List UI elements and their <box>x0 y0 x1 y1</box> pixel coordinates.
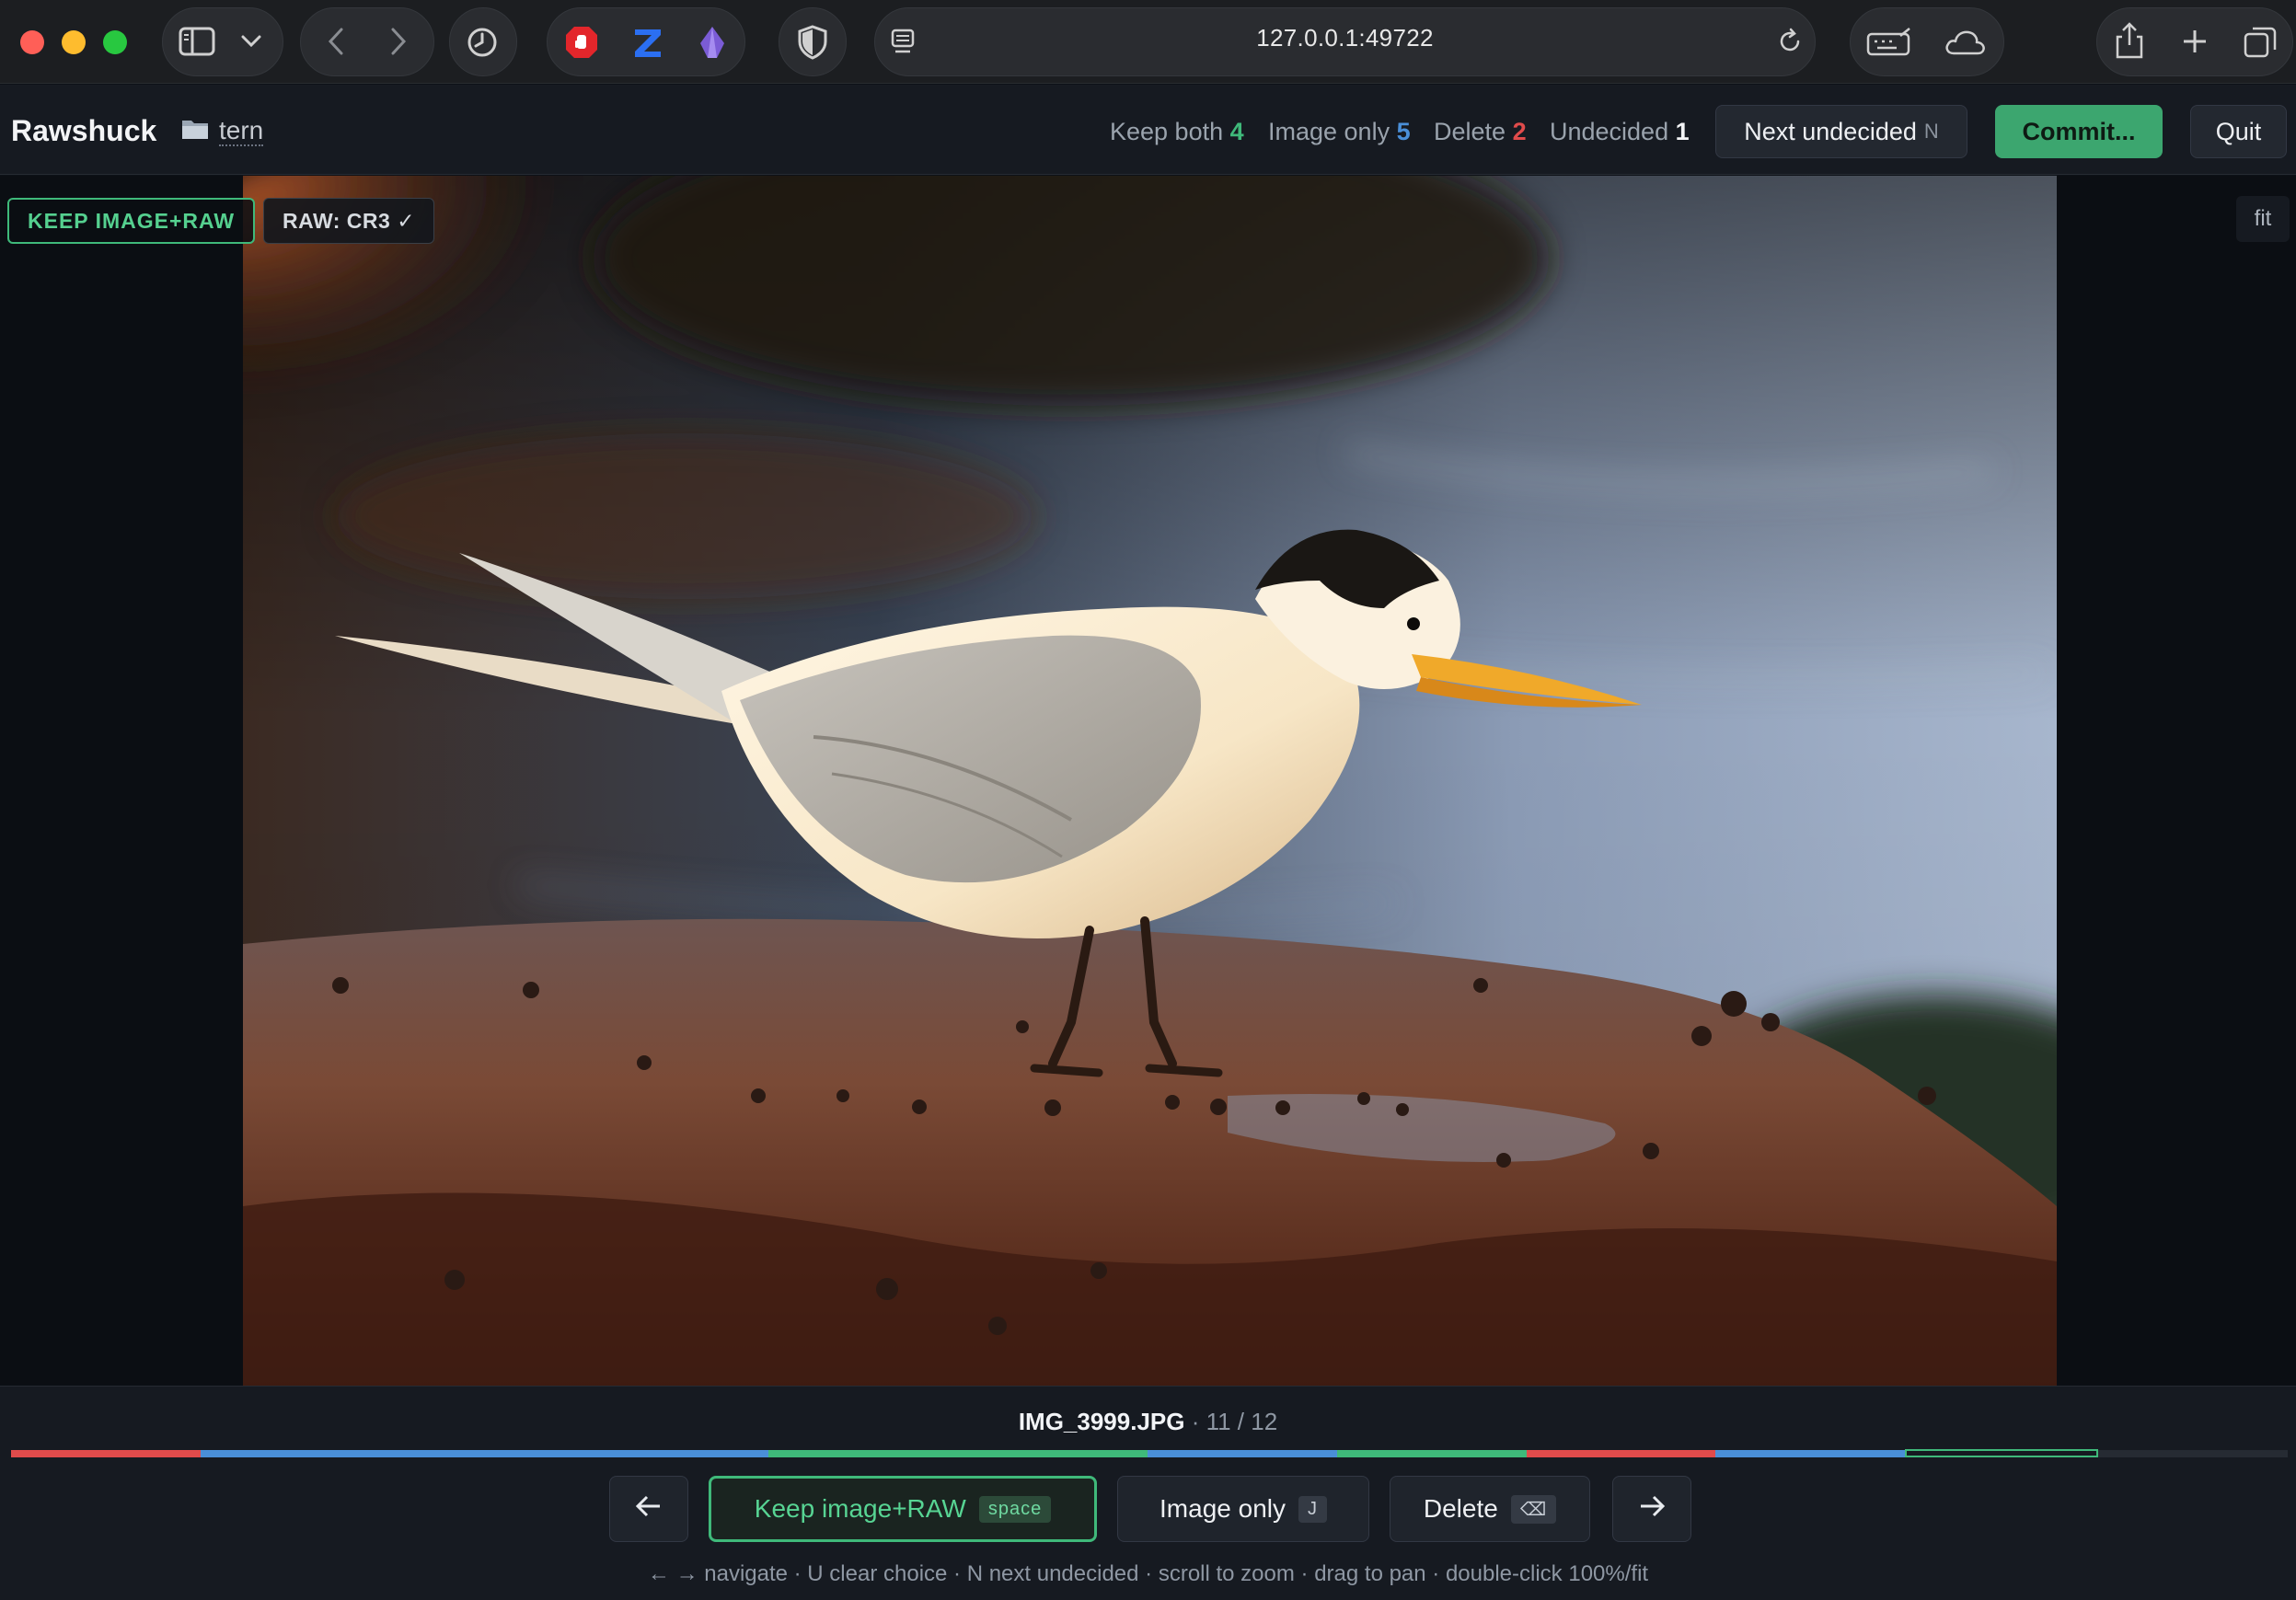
arrow-left-icon <box>635 1494 663 1525</box>
quit-button[interactable]: Quit <box>2190 105 2287 158</box>
decision-badge: KEEP IMAGE+RAW <box>7 198 256 244</box>
tabs-overview-icon[interactable] <box>2242 24 2279 61</box>
stat-keep-both: Keep both 4 <box>1110 118 1244 146</box>
close-window-button[interactable] <box>20 30 44 54</box>
stat-image-only: Image only 5 <box>1268 118 1411 146</box>
stat-undecided-label: Undecided <box>1550 118 1669 145</box>
progress-strip[interactable] <box>11 1449 2288 1457</box>
commit-button[interactable]: Commit... <box>1995 105 2163 158</box>
stat-image-only-label: Image only <box>1268 118 1390 145</box>
previous-button[interactable] <box>609 1476 688 1542</box>
progress-segment-6[interactable] <box>958 1450 1148 1457</box>
chevron-down-icon[interactable] <box>239 29 263 53</box>
stat-keep-both-label: Keep both <box>1110 118 1224 145</box>
progress-segment-7[interactable] <box>1147 1450 1337 1457</box>
filename: IMG_3999.JPG <box>1018 1408 1185 1435</box>
app-title: Rawshuck <box>11 114 157 147</box>
progress-segment-10[interactable] <box>1715 1450 1906 1457</box>
keep-image-raw-label: Keep image+RAW <box>754 1494 966 1523</box>
keep-shortcut: space <box>978 1495 1052 1523</box>
arrow-right-icon <box>1638 1494 1666 1525</box>
crystal-extension-icon[interactable] <box>694 24 731 61</box>
progress-segment-2[interactable] <box>200 1450 390 1457</box>
image-viewer[interactable] <box>0 176 2296 1386</box>
progress-segment-9[interactable] <box>1526 1450 1716 1457</box>
stop-extension-icon[interactable] <box>563 24 600 61</box>
file-position: 11 / 12 <box>1206 1408 1278 1435</box>
stat-undecided-count: 1 <box>1675 118 1690 145</box>
stat-delete: Delete 2 <box>1434 118 1527 146</box>
stat-delete-label: Delete <box>1434 118 1506 145</box>
progress-segment-12[interactable] <box>2098 1450 2288 1457</box>
minimize-window-button[interactable] <box>62 30 86 54</box>
reload-icon[interactable] <box>1774 26 1806 57</box>
next-undecided-shortcut: N <box>1923 120 1939 143</box>
share-icon[interactable] <box>2111 20 2148 61</box>
forward-icon[interactable] <box>387 26 410 57</box>
folder-link[interactable]: tern <box>180 116 264 146</box>
delete-shortcut: ⌫ <box>1510 1494 1557 1524</box>
keyboard-icon[interactable] <box>1864 26 1914 59</box>
raw-status-badge: RAW: CR3 ✓ <box>263 198 434 244</box>
keep-image-raw-button[interactable]: Keep image+RAW space <box>709 1476 1097 1542</box>
next-undecided-label: Next undecided <box>1744 117 1917 145</box>
folder-name[interactable]: tern <box>219 116 264 146</box>
progress-segment-4[interactable] <box>579 1450 769 1457</box>
url-text[interactable]: 127.0.0.1:49722 <box>874 24 1816 52</box>
file-separator: · <box>1184 1408 1206 1435</box>
zoom-mode-button[interactable]: fit <box>2236 196 2290 242</box>
progress-segment-11[interactable] <box>1905 1449 2099 1457</box>
progress-segment-3[interactable] <box>389 1450 580 1457</box>
tern-photo[interactable] <box>243 176 2057 1386</box>
cloud-icon[interactable] <box>1942 26 1988 59</box>
stat-delete-count: 2 <box>1512 118 1527 145</box>
folder-icon <box>180 116 210 146</box>
navigation-group <box>300 7 434 76</box>
next-button[interactable] <box>1612 1476 1691 1542</box>
history-icon[interactable] <box>464 26 501 59</box>
progress-segment-8[interactable] <box>1336 1450 1527 1457</box>
stat-undecided: Undecided 1 <box>1550 118 1690 146</box>
new-tab-icon[interactable] <box>2179 26 2210 57</box>
shield-icon[interactable] <box>795 24 830 61</box>
file-info: IMG_3999.JPG · 11 / 12 <box>0 1408 2296 1436</box>
stat-keep-both-count: 4 <box>1229 118 1244 145</box>
progress-segment-5[interactable] <box>768 1450 959 1457</box>
z-extension-icon[interactable] <box>629 24 666 61</box>
maximize-window-button[interactable] <box>103 30 127 54</box>
next-undecided-button[interactable]: Next undecided N <box>1715 105 1967 158</box>
keyboard-hint: ← → navigate · U clear choice · N next u… <box>647 1561 1649 1586</box>
image-only-label: Image only <box>1160 1494 1286 1523</box>
delete-label: Delete <box>1423 1494 1498 1523</box>
progress-segment-1[interactable] <box>11 1450 201 1457</box>
back-icon[interactable] <box>324 26 348 57</box>
image-only-button[interactable]: Image only J <box>1117 1476 1369 1542</box>
browser-toolbar: 127.0.0.1:49722 <box>0 0 2296 84</box>
stat-image-only-count: 5 <box>1396 118 1411 145</box>
sidebar-icon[interactable] <box>177 26 217 57</box>
delete-button[interactable]: Delete ⌫ <box>1390 1476 1590 1542</box>
image-only-shortcut: J <box>1298 1495 1327 1523</box>
